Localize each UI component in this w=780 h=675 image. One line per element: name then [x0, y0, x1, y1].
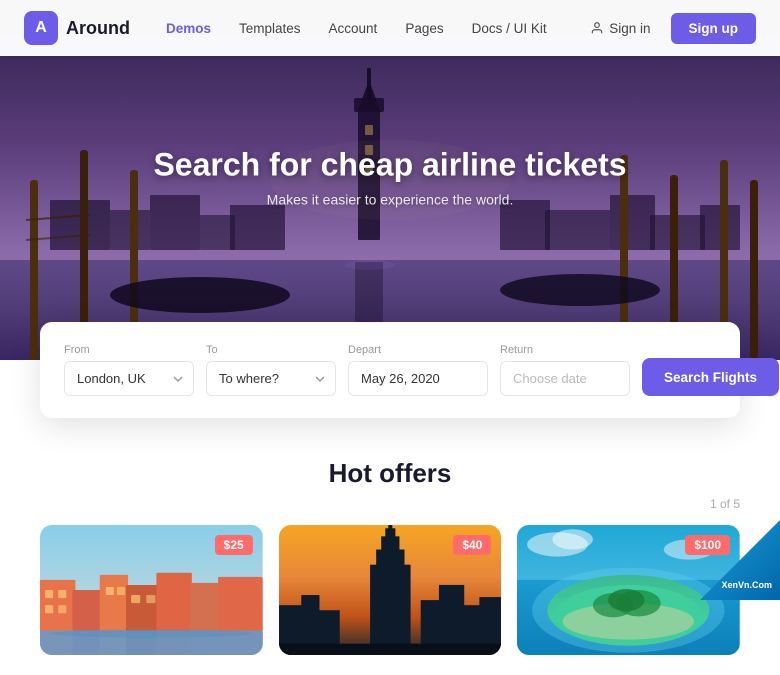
- depart-input[interactable]: [348, 361, 488, 396]
- nav-templates[interactable]: Templates: [227, 15, 313, 42]
- offer-card-1[interactable]: $25: [40, 525, 263, 655]
- return-field-group: Return: [500, 344, 630, 396]
- search-form: From London, UK To To where? Depart Retu…: [64, 344, 716, 396]
- price-badge-3: $100: [685, 535, 730, 555]
- nav-account[interactable]: Account: [317, 15, 390, 42]
- navbar: A Around Demos Templates Account Pages D…: [0, 0, 780, 56]
- nav-auth: Sign in Sign up: [580, 13, 756, 44]
- offer-card-3[interactable]: $100: [517, 525, 740, 655]
- sign-in-label: Sign in: [609, 21, 650, 36]
- pagination-info: 1 of 5: [40, 497, 740, 511]
- from-field-group: From London, UK: [64, 344, 194, 396]
- sign-up-button[interactable]: Sign up: [671, 13, 757, 44]
- offer-card-2[interactable]: $40: [279, 525, 502, 655]
- offers-cards-row: $25: [40, 525, 740, 655]
- search-button-wrap: Search Flights: [642, 358, 779, 396]
- nav-links: Demos Templates Account Pages Docs / UI …: [154, 15, 580, 42]
- depart-label: Depart: [348, 344, 488, 356]
- nav-pages[interactable]: Pages: [393, 15, 455, 42]
- return-label: Return: [500, 344, 630, 356]
- hero-title: Search for cheap airline tickets: [153, 146, 626, 183]
- from-label: From: [64, 344, 194, 356]
- depart-field-group: Depart: [348, 344, 488, 396]
- logo[interactable]: A Around: [24, 11, 130, 45]
- nav-docs[interactable]: Docs / UI Kit: [460, 15, 559, 42]
- sign-in-button[interactable]: Sign in: [580, 15, 660, 42]
- watermark-text: XenVn.Com: [721, 580, 772, 592]
- return-input[interactable]: [500, 361, 630, 396]
- to-field-group: To To where?: [206, 344, 336, 396]
- price-badge-2: $40: [453, 535, 491, 555]
- user-icon: [590, 21, 604, 35]
- hero-content: Search for cheap airline tickets Makes i…: [153, 146, 626, 207]
- to-select[interactable]: To where?: [206, 361, 336, 396]
- to-label: To: [206, 344, 336, 356]
- section-title: Hot offers: [40, 458, 740, 489]
- hero-subtitle: Makes it easier to experience the world.: [153, 191, 626, 207]
- brand-name: Around: [66, 18, 130, 39]
- hot-offers-section: Hot offers 1 of 5: [0, 418, 780, 675]
- from-select[interactable]: London, UK: [64, 361, 194, 396]
- price-badge-1: $25: [215, 535, 253, 555]
- logo-icon: A: [24, 11, 58, 45]
- search-box: From London, UK To To where? Depart Retu…: [40, 322, 740, 418]
- nav-demos[interactable]: Demos: [154, 15, 223, 42]
- search-flights-button[interactable]: Search Flights: [642, 358, 779, 396]
